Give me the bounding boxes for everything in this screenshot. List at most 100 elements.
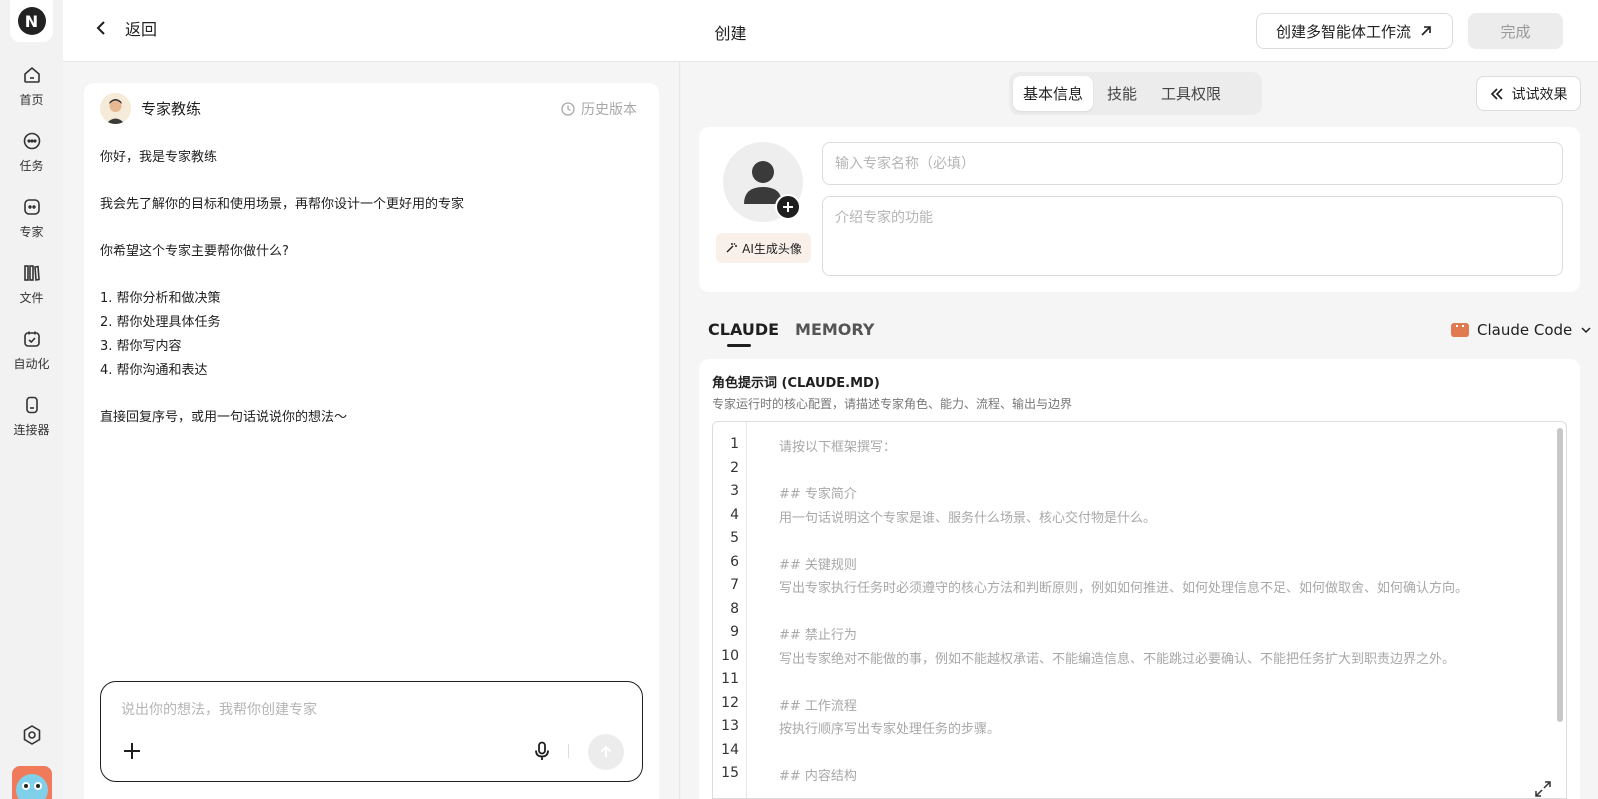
tab-skills[interactable]: 技能	[1097, 76, 1147, 111]
line-number: 2	[730, 460, 739, 476]
app-logo[interactable]: N	[10, 0, 53, 42]
expert-name-input[interactable]	[822, 142, 1563, 185]
line-number: 10	[721, 648, 739, 664]
message-line: 直接回复序号，或用一句话说说你的想法～	[100, 410, 348, 425]
editor-scrollbar[interactable]	[1557, 428, 1563, 722]
upload-avatar-button[interactable]	[775, 194, 801, 220]
role-prompt-card: 角色提示词 (CLAUDE.MD) 专家运行时的核心配置，请描述专家角色、能力、…	[699, 359, 1580, 799]
rail-item-tasks[interactable]: 任务	[0, 122, 63, 182]
rail-item-experts[interactable]: 专家	[0, 188, 63, 248]
chat-icon	[23, 132, 40, 149]
claude-code-icon	[1451, 323, 1469, 337]
message-line: 你希望这个专家主要帮你做什么?	[100, 244, 289, 259]
editor-line: ## 禁止行为	[779, 628, 857, 643]
line-number: 14	[721, 742, 739, 758]
line-number: 15	[721, 765, 739, 781]
microphone-icon[interactable]	[531, 740, 553, 762]
line-number: 4	[730, 507, 739, 523]
editor-line: 用一句话说明这个专家是谁、服务什么场景、核心交付物是什么。	[779, 511, 1157, 526]
doc-tabs: CLAUDE MEMORY	[708, 320, 874, 347]
editor-line: 按执行顺序写出专家处理任务的步骤。	[779, 722, 1001, 737]
basic-info-card: AI生成头像	[699, 127, 1580, 292]
rail-item-automation[interactable]: 自动化	[0, 320, 63, 380]
option-line: 1. 帮你分析和做决策	[100, 291, 221, 306]
settings-icon[interactable]	[21, 724, 43, 746]
chat-header: 专家教练	[100, 93, 201, 124]
tab-tool-permissions[interactable]: 工具权限	[1151, 76, 1231, 111]
clock-icon	[561, 102, 575, 116]
message-line: 我会先了解你的目标和使用场景，再帮你设计一个更好用的专家	[100, 197, 465, 212]
home-icon	[23, 66, 40, 83]
magic-wand-icon	[726, 243, 738, 253]
coach-name: 专家教练	[141, 100, 202, 118]
expand-icon[interactable]	[1534, 780, 1552, 798]
line-number: 5	[730, 530, 739, 546]
try-effect-label: 试试效果	[1511, 86, 1568, 103]
ai-avatar-label: AI生成头像	[742, 241, 802, 256]
editor-line: ## 专家简介	[779, 487, 857, 502]
line-number: 3	[730, 483, 739, 499]
config-panel: 基本信息 技能 工具权限 试试效果 AI生成头像 CLAUDE MEMORY C…	[681, 62, 1598, 799]
rail-item-files[interactable]: 文件	[0, 254, 63, 314]
create-workflow-label: 创建多智能体工作流	[1275, 22, 1411, 41]
prompt-title: 角色提示词 (CLAUDE.MD)	[712, 376, 880, 391]
connector-icon	[25, 396, 38, 413]
coach-message: 你好，我是专家教练 我会先了解你的目标和使用场景，再帮你设计一个更好用的专家 你…	[100, 146, 640, 430]
double-chevron-left-icon	[1490, 87, 1503, 100]
chevron-down-icon	[1581, 327, 1591, 334]
rail-label-home: 首页	[19, 92, 44, 107]
calendar-check-icon	[23, 331, 40, 347]
done-button[interactable]: 完成	[1468, 13, 1563, 49]
option-line: 3. 帮你写内容	[100, 339, 182, 354]
editor-line: 写出专家执行任务时必须遵守的核心方法和判断原则，例如如何推进、如何处理信息不足、…	[779, 581, 1469, 596]
history-versions-button[interactable]: 历史版本	[561, 99, 637, 119]
editor-line: ## 工作流程	[779, 699, 857, 714]
expert-description-input[interactable]	[822, 196, 1563, 276]
rail-item-connectors[interactable]: 连接器	[0, 386, 63, 446]
line-number: 9	[730, 624, 739, 640]
history-label: 历史版本	[581, 102, 637, 118]
coach-panel: 专家教练 历史版本 你好，我是专家教练 我会先了解你的目标和使用场景，再帮你设计…	[63, 62, 680, 799]
tab-claude[interactable]: CLAUDE	[708, 320, 779, 347]
left-rail: N 首页 任务 专家 文件 自动化 连接器	[0, 0, 63, 799]
editor-line: 写出专家绝对不能做的事，例如不能越权承诺、不能编造信息、不能跳过必要确认、不能把…	[779, 652, 1456, 667]
top-bar: 返回 创建 创建多智能体工作流 完成	[63, 0, 1598, 62]
rail-label-experts: 专家	[19, 224, 44, 239]
ai-generate-avatar-button[interactable]: AI生成头像	[716, 233, 811, 263]
option-line: 4. 帮你沟通和表达	[100, 363, 208, 378]
line-number: 6	[730, 554, 739, 570]
config-tabs: 基本信息 技能 工具权限	[1009, 72, 1262, 115]
files-icon	[23, 264, 40, 281]
coach-avatar	[100, 93, 131, 124]
editor-line: 请按以下框架撰写：	[779, 440, 897, 455]
send-button[interactable]	[588, 734, 624, 770]
add-attachment-icon[interactable]	[121, 740, 143, 762]
rail-label-files: 文件	[19, 290, 44, 305]
try-effect-button[interactable]: 试试效果	[1476, 76, 1581, 111]
input-separator	[568, 744, 569, 758]
arrow-up-right-icon	[1421, 26, 1431, 36]
line-number: 11	[721, 671, 739, 687]
expert-icon	[23, 198, 40, 215]
rail-label-connectors: 连接器	[13, 422, 50, 437]
model-select[interactable]: Claude Code	[1451, 321, 1592, 339]
chat-input[interactable]	[121, 702, 601, 718]
rail-label-automation: 自动化	[13, 356, 50, 371]
prompt-editor[interactable]: 1 2 3 4 5 6 7 8 9 10 11 12 13 14 15 请按以下…	[712, 421, 1567, 799]
line-number: 8	[730, 601, 739, 617]
tab-basic-info[interactable]: 基本信息	[1013, 76, 1094, 111]
option-line: 2. 帮你处理具体任务	[100, 315, 221, 330]
tab-memory[interactable]: MEMORY	[795, 320, 874, 347]
plus-icon	[783, 202, 793, 212]
rail-label-tasks: 任务	[19, 158, 44, 173]
page-title: 创建	[714, 24, 747, 43]
chat-card: 专家教练 历史版本 你好，我是专家教练 我会先了解你的目标和使用场景，再帮你设计…	[84, 83, 659, 799]
logo-letter: N	[17, 7, 46, 35]
editor-line: ## 内容结构	[779, 769, 857, 784]
line-number: 7	[730, 577, 739, 593]
create-workflow-button[interactable]: 创建多智能体工作流	[1256, 13, 1453, 49]
editor-line: ## 关键规则	[779, 558, 857, 573]
user-avatar[interactable]	[12, 766, 52, 799]
rail-item-home[interactable]: 首页	[0, 56, 63, 116]
line-number-gutter: 1 2 3 4 5 6 7 8 9 10 11 12 13 14 15	[713, 422, 747, 798]
